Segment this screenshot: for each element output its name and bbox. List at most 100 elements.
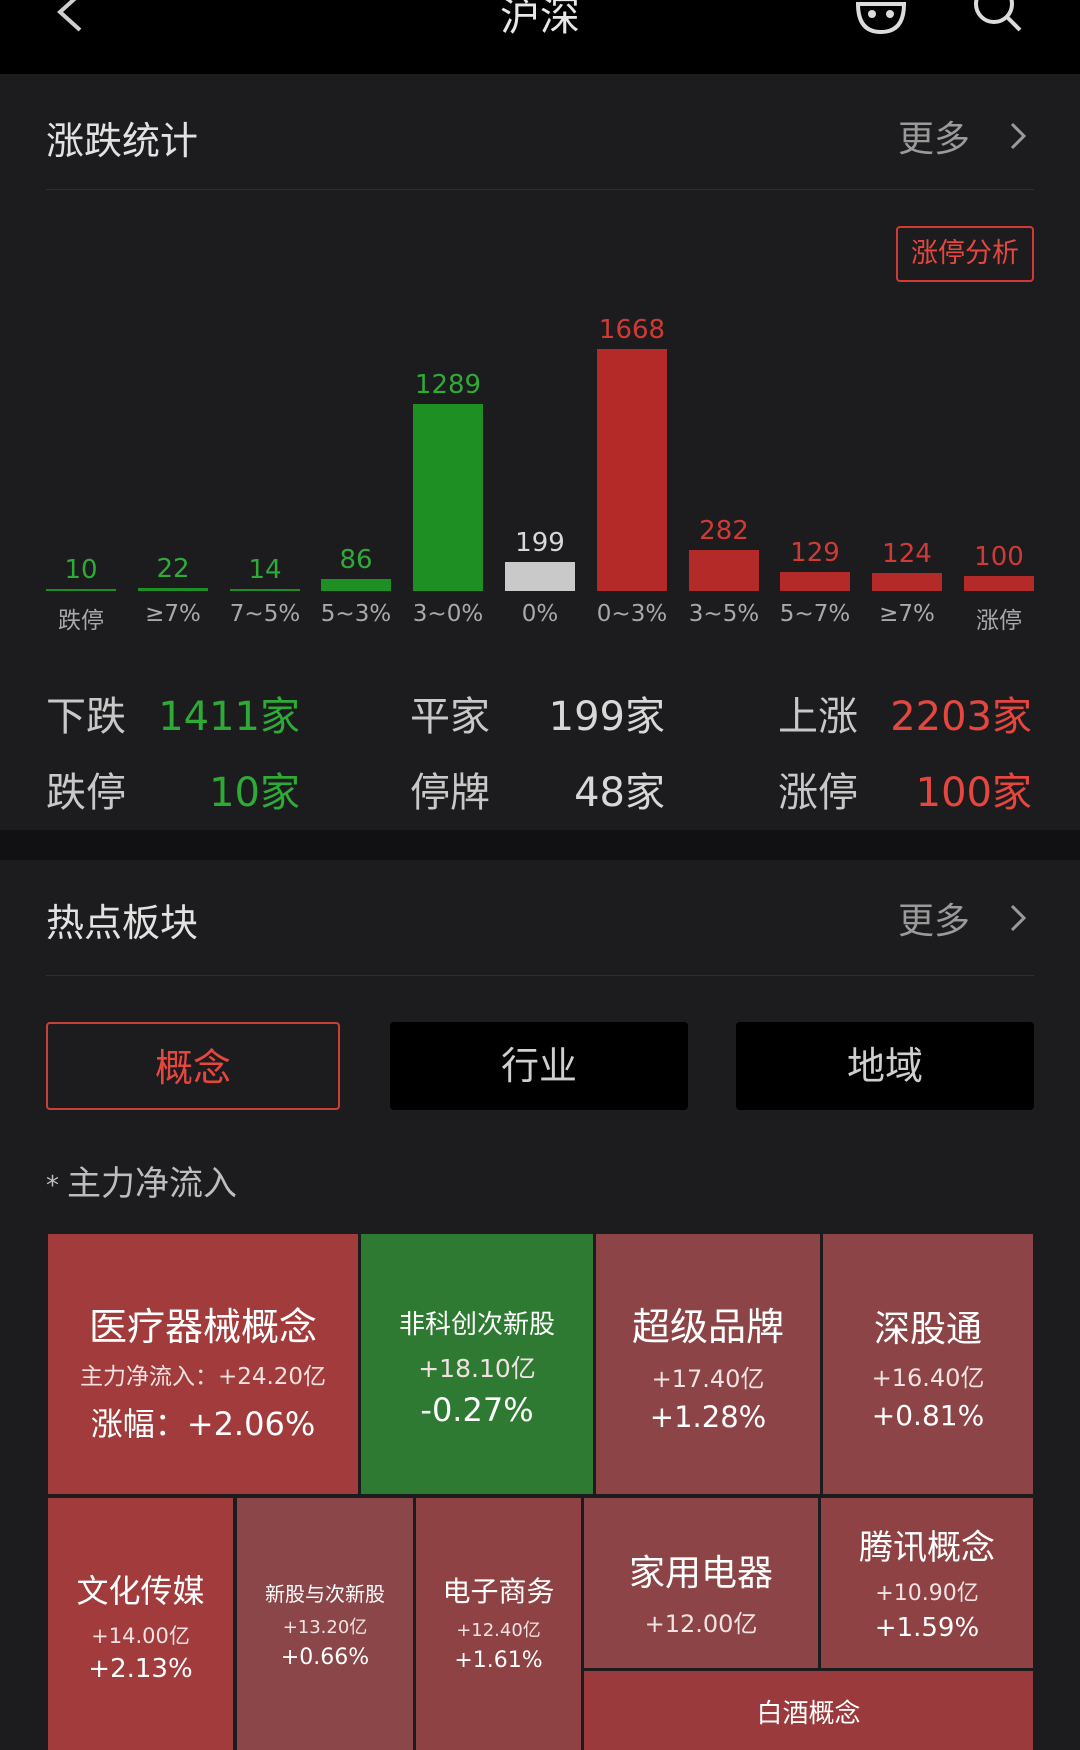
sector-name: 超级品牌 (631, 1305, 784, 1349)
distribution-chart: 10 跌停 22 ≥7% 14 7~5% 86 5~3% 1289 3~0% 199 0% 1668 0~… (0, 74, 1080, 634)
sector-name: 电子商务 (442, 1575, 555, 1608)
sector-change: 涨幅：+2.06% (90, 1405, 316, 1443)
chart-value-label: 22 (156, 554, 190, 584)
chevron-right-icon (1010, 904, 1027, 932)
sector-tile[interactable]: 非科创次新股 +18.10亿 -0.27% (361, 1234, 593, 1494)
limit-down-label: 跌停 (46, 770, 126, 816)
flat-value: 199家 (548, 694, 665, 740)
chart-value-label: 14 (248, 555, 282, 585)
chart-value-label: 100 (974, 542, 1024, 572)
sector-flow: +17.40亿 (651, 1365, 765, 1393)
sector-change: +0.81% (871, 1399, 985, 1432)
hot-sectors-section: 热点板块 更多 概念 行业 地域 * 主力净流入 医疗器械概念 主力净流入：+24… (0, 860, 1080, 1750)
sector-flow: +13.20亿 (282, 1617, 368, 1638)
tab-region[interactable]: 地域 (736, 1022, 1034, 1110)
sector-tile[interactable]: 家用电器 +12.00亿 (584, 1498, 818, 1668)
up-label: 上涨 (778, 694, 858, 740)
sector-flow: 主力净流入：+24.20亿 (79, 1364, 327, 1390)
sort-marker-icon: * (46, 1170, 59, 1201)
chart-category-label: 涨停 (976, 608, 1022, 634)
flat-label: 平家 (410, 694, 490, 740)
sector-flow: +16.40亿 (871, 1364, 985, 1392)
tab-industry[interactable]: 行业 (390, 1022, 688, 1110)
sector-tile[interactable]: 超级品牌 +17.40亿 +1.28% (596, 1234, 820, 1494)
limit-up-value: 100家 (915, 770, 1032, 816)
suspended-label: 停牌 (410, 770, 490, 816)
sector-change: +1.59% (874, 1613, 980, 1643)
sector-change: +1.61% (454, 1648, 543, 1673)
chart-category-label: 5~7% (779, 601, 851, 627)
robot-assistant-icon[interactable] (852, 0, 910, 38)
sector-tile[interactable]: 文化传媒 +14.00亿 +2.13% (48, 1498, 233, 1750)
chart-value-label: 282 (699, 516, 749, 546)
tab-concept[interactable]: 概念 (46, 1022, 340, 1110)
sector-tile[interactable]: 医疗器械概念 主力净流入：+24.20亿 涨幅：+2.06% (48, 1234, 358, 1494)
sector-name: 腾讯概念 (859, 1528, 995, 1568)
sector-flow: +12.00亿 (644, 1610, 758, 1638)
chart-category-label: ≥7% (145, 601, 201, 627)
sector-flow: +10.90亿 (875, 1581, 979, 1606)
chart-bar (964, 576, 1034, 591)
hot-title: 热点板块 (46, 901, 199, 945)
chart-value-label: 199 (515, 528, 565, 558)
chart-value-label: 124 (882, 539, 932, 569)
sector-tile[interactable]: 电子商务 +12.40亿 +1.61% (416, 1498, 581, 1750)
up-value: 2203家 (890, 694, 1032, 740)
chart-bar (689, 550, 759, 591)
chart-category-label: ≥7% (879, 601, 935, 627)
hot-more-link[interactable]: 更多 (898, 892, 1038, 942)
chart-value-label: 10 (64, 555, 98, 585)
sort-label: 主力净流入 (67, 1164, 237, 1204)
sector-name: 医疗器械概念 (88, 1305, 317, 1349)
hot-more-label: 更多 (898, 901, 971, 942)
sector-change: -0.27% (420, 1391, 534, 1429)
chart-category-label: 0~3% (596, 601, 668, 627)
sector-tile[interactable]: 腾讯概念 +10.90亿 +1.59% (821, 1498, 1033, 1668)
sector-tile[interactable]: 新股与次新股 +13.20亿 +0.66% (237, 1498, 413, 1750)
sector-tile[interactable]: 白酒概念 (584, 1671, 1033, 1750)
sector-flow: +14.00亿 (91, 1624, 190, 1648)
down-value: 1411家 (158, 694, 300, 740)
sector-flow: +12.40亿 (456, 1620, 541, 1641)
sector-name: 白酒概念 (756, 1699, 861, 1729)
sector-change: +0.66% (280, 1645, 370, 1670)
chart-category-label: 7~5% (229, 601, 301, 627)
chart-category-label: 0% (521, 601, 559, 627)
divider (46, 975, 1034, 976)
chart-value-label: 1668 (598, 315, 666, 345)
limit-up-label: 涨停 (778, 770, 858, 816)
limit-down-value: 10家 (209, 770, 300, 816)
chart-category-label: 跌停 (58, 608, 104, 634)
stats-section: 涨跌统计 更多 涨停分析 10 跌停 22 ≥7% 14 7~5% 86 5~3% 1289 3~… (0, 74, 1080, 830)
chart-bar (321, 579, 391, 591)
sector-name: 非科创次新股 (398, 1310, 555, 1340)
chart-category-label: 5~3% (320, 601, 392, 627)
chart-bar (413, 404, 483, 591)
sort-selector[interactable]: * 主力净流入 (46, 1156, 237, 1205)
chart-bar (505, 562, 575, 591)
chart-value-label: 129 (790, 538, 840, 568)
sector-flow: +18.10亿 (418, 1354, 536, 1383)
chart-category-label: 3~0% (412, 601, 484, 627)
sector-name: 深股通 (873, 1309, 982, 1350)
chart-value-label: 86 (339, 545, 373, 575)
sector-tile[interactable]: 深股通 +16.40亿 +0.81% (823, 1234, 1033, 1494)
chart-category-label: 3~5% (688, 601, 760, 627)
down-label: 下跌 (46, 694, 126, 740)
search-icon[interactable] (970, 0, 1028, 38)
sector-change: +2.13% (88, 1654, 193, 1684)
chart-value-label: 1289 (414, 370, 482, 400)
chart-bar (597, 349, 667, 591)
chart-bar (872, 573, 942, 591)
sector-name: 文化传媒 (76, 1572, 205, 1610)
chart-bar (230, 589, 300, 591)
chart-bar (780, 572, 850, 591)
chart-bar (138, 588, 208, 591)
chart-bar (46, 589, 116, 591)
top-bar: 沪深 (0, 0, 1080, 74)
sector-change: +1.28% (649, 1400, 767, 1434)
page-title: 沪深 (500, 0, 580, 40)
sector-name: 新股与次新股 (265, 1582, 385, 1606)
suspended-value: 48家 (574, 770, 665, 816)
sector-name: 家用电器 (628, 1553, 773, 1594)
